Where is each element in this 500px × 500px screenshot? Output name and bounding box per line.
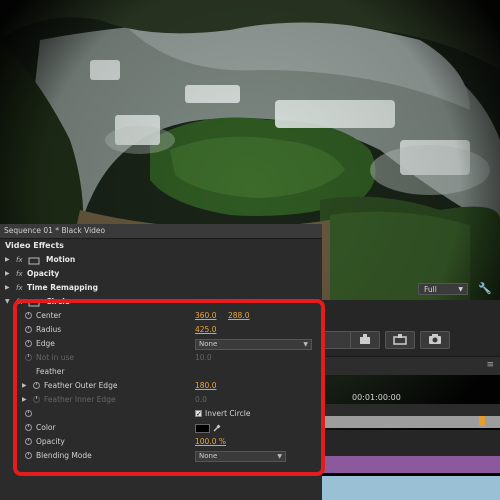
panel-menu-icon[interactable]: ≡ <box>486 360 494 370</box>
blending-mode-dropdown[interactable]: None ▼ <box>195 451 286 462</box>
effect-label-motion: Motion <box>46 255 76 264</box>
feather-inner-value: 0.0 <box>195 395 207 404</box>
camera-glyph <box>429 334 441 344</box>
center-y-value[interactable]: 288.0 <box>228 309 249 323</box>
section-title: Video Effects <box>5 241 64 250</box>
invert-circle-label: Invert Circle <box>205 409 251 418</box>
resolution-value: Full <box>424 285 437 294</box>
property-label-radius: Radius <box>36 325 62 334</box>
effect-controls-panel: Sequence 01 * Black Video Video Effects … <box>0 224 322 500</box>
effect-row-circle[interactable]: ▼ fx Circle <box>0 295 322 309</box>
property-row-feather-inner: ▶ Feather Inner Edge 0.0 <box>0 393 322 407</box>
stopwatch-icon[interactable] <box>25 452 32 459</box>
chevron-down-icon: ▼ <box>277 453 282 460</box>
stopwatch-icon[interactable] <box>25 340 32 347</box>
timeline-timecode: 00:01:00:00 <box>352 393 401 402</box>
effect-label-circle: Circle <box>46 297 70 306</box>
color-swatch[interactable] <box>195 424 210 433</box>
playhead-marker[interactable] <box>479 416 485 426</box>
property-row-not-in-use: Not in use 10.0 <box>0 351 322 365</box>
not-in-use-value: 10.0 <box>195 353 212 362</box>
property-row-edge: Edge None ▼ <box>0 337 322 351</box>
fx-icon[interactable]: fx <box>16 267 23 281</box>
timeline-header: ≡ <box>322 356 500 375</box>
effect-row-time-remapping[interactable]: ▶ fx Time Remapping <box>0 281 322 295</box>
fx-icon[interactable]: fx <box>16 253 23 267</box>
property-row-center: Center 360.0 288.0 <box>0 309 322 323</box>
work-area-bar[interactable] <box>322 416 500 428</box>
property-row-feather-outer: ▶ Feather Outer Edge 180.0 <box>0 379 322 393</box>
stopwatch-icon <box>33 396 40 403</box>
effect-row-motion[interactable]: ▶ fx Motion <box>0 253 322 267</box>
property-label-feather: Feather <box>36 367 65 376</box>
fx-icon[interactable]: fx <box>16 295 23 309</box>
stopwatch-icon <box>25 354 32 361</box>
fx-icon: fx <box>16 284 23 292</box>
overwrite-icon[interactable] <box>385 331 415 349</box>
chevron-down-icon: ▼ <box>303 341 308 348</box>
property-row-color: Color <box>0 421 322 435</box>
property-label-not-in-use: Not in use <box>36 353 75 362</box>
camera-icon[interactable] <box>420 331 450 349</box>
property-label-feather-inner: Feather Inner Edge <box>44 395 116 404</box>
effect-label-opacity: Opacity <box>27 269 60 278</box>
stopwatch-icon[interactable] <box>25 424 32 431</box>
property-label-edge: Edge <box>36 339 55 348</box>
stopwatch-icon[interactable] <box>25 438 32 445</box>
expand-triangle-icon[interactable]: ▶ <box>5 253 10 267</box>
property-row-opacity: Opacity 100.0 % <box>0 435 322 449</box>
stopwatch-icon[interactable] <box>25 326 32 333</box>
property-row-blending: Blending Mode None ▼ <box>0 449 322 463</box>
stopwatch-icon[interactable] <box>25 410 32 417</box>
effect-label-time-remapping: Time Remapping <box>27 283 98 292</box>
property-label-color: Color <box>36 423 56 432</box>
property-label-center: Center <box>36 311 62 320</box>
expand-triangle-icon: ▶ <box>22 396 27 403</box>
radius-value[interactable]: 425.0 <box>195 323 216 337</box>
timeline-clip-purple[interactable] <box>322 456 500 473</box>
effect-row-opacity[interactable]: ▶ fx Opacity <box>0 267 322 281</box>
timeline-empty-area <box>322 430 500 456</box>
edge-dropdown[interactable]: None ▼ <box>195 339 312 350</box>
insert-glyph <box>360 334 370 344</box>
property-label-feather-outer: Feather Outer Edge <box>44 381 118 390</box>
panel-tab[interactable]: Sequence 01 * Black Video <box>0 224 322 239</box>
lift-button[interactable] <box>322 331 352 349</box>
opacity-value[interactable]: 100.0 % <box>195 435 226 449</box>
stopwatch-icon[interactable] <box>25 312 32 319</box>
property-label-blending: Blending Mode <box>36 451 92 460</box>
resolution-dropdown[interactable]: Full ▼ <box>418 283 468 295</box>
overwrite-glyph <box>393 334 407 345</box>
property-row-radius: Radius 425.0 <box>0 323 322 337</box>
wrench-icon[interactable]: 🔧 <box>478 282 492 296</box>
expand-triangle-icon[interactable]: ▶ <box>5 281 10 295</box>
stopwatch-icon[interactable] <box>33 382 40 389</box>
blending-mode-value: None <box>199 452 218 460</box>
property-row-invert: ✓ Invert Circle <box>0 407 322 421</box>
expand-triangle-icon[interactable]: ▶ <box>22 379 27 393</box>
property-row-feather: Feather <box>0 365 322 379</box>
edge-dropdown-value: None <box>199 340 218 348</box>
center-x-value[interactable]: 360.0 <box>195 309 216 323</box>
feather-outer-value[interactable]: 180.0 <box>195 379 216 393</box>
property-label-opacity: Opacity <box>36 437 65 446</box>
chevron-down-icon: ▼ <box>458 286 463 293</box>
collapse-triangle-icon[interactable]: ▼ <box>5 295 10 309</box>
expand-triangle-icon[interactable]: ▶ <box>5 267 10 281</box>
timeline-clip-blue[interactable] <box>322 476 500 500</box>
invert-circle-checkbox[interactable]: ✓ <box>195 410 202 418</box>
insert-icon[interactable] <box>350 331 380 349</box>
